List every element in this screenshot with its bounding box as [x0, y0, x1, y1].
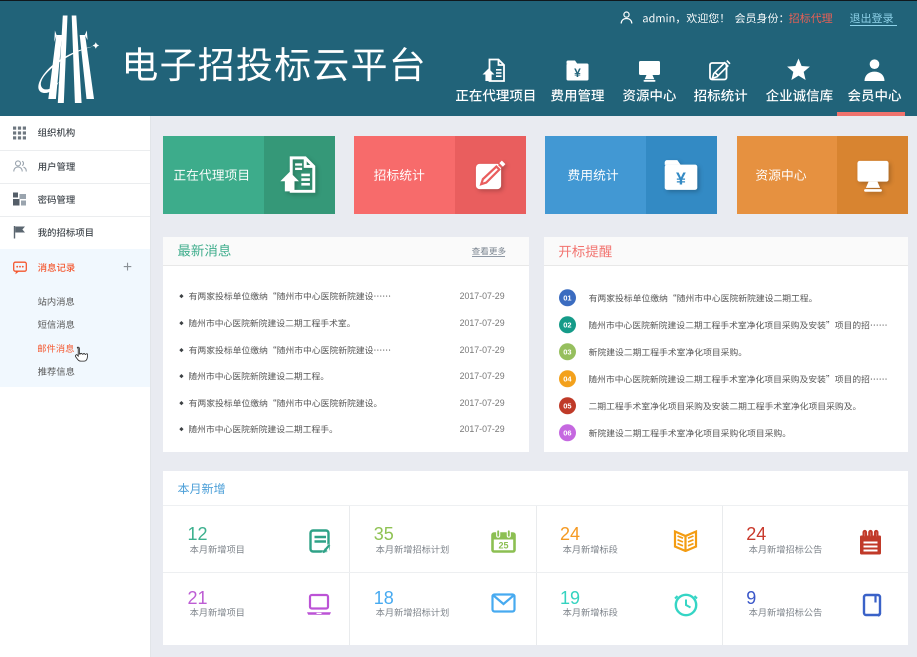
svg-text:¥: ¥ — [575, 66, 582, 80]
svg-text:¥: ¥ — [677, 168, 687, 188]
svg-text:25: 25 — [499, 541, 509, 551]
